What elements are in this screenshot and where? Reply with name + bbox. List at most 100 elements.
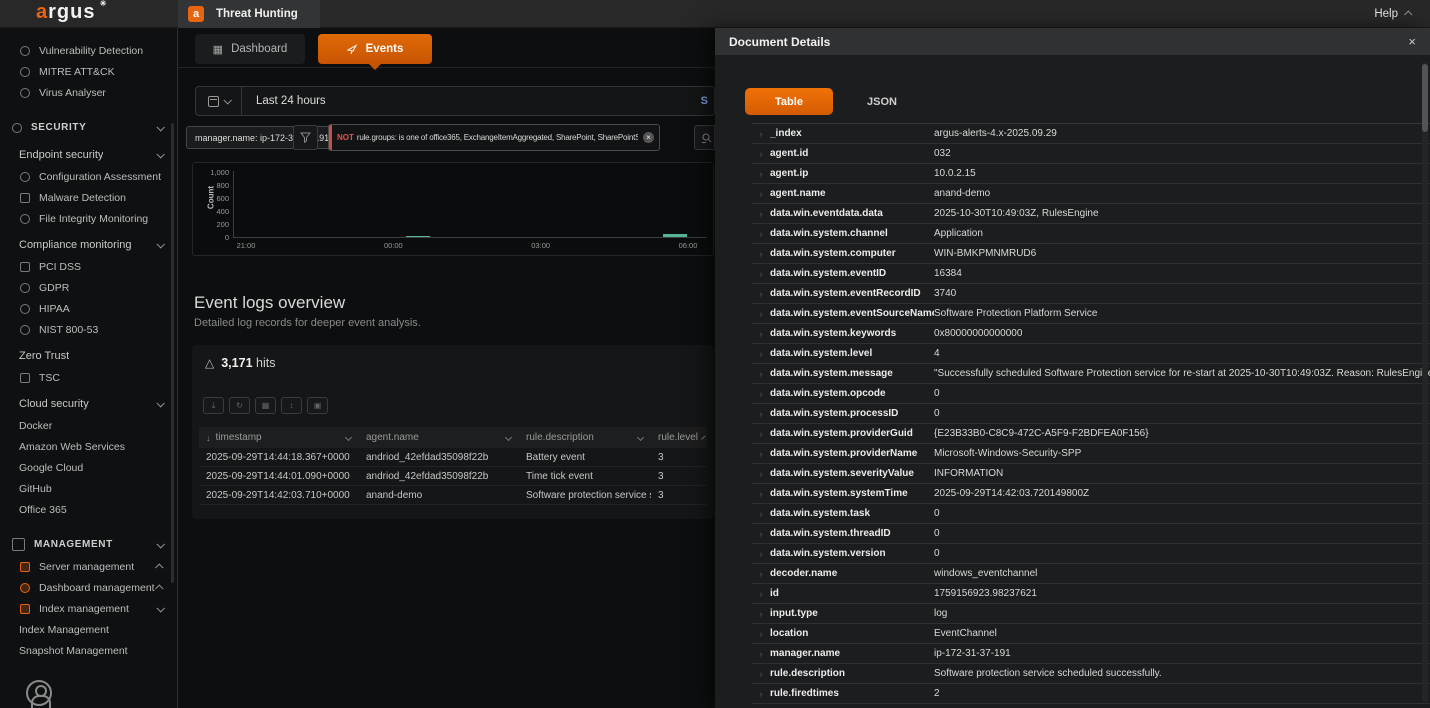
tab-threat-hunting[interactable]: a Threat Hunting [178,0,320,28]
sidebar-item-endpoint-security[interactable]: Endpoint security [0,144,177,166]
chevron-down-icon [156,604,164,612]
sidebar-scrollbar[interactable] [171,123,174,583]
sidebar-item-cloud-security[interactable]: Cloud security [0,393,177,415]
sidebar-item-index-management[interactable]: Index management [0,598,177,619]
sidebar-item-security[interactable]: SECURITY [0,116,177,139]
sidebar-item-nist-800-53[interactable]: NIST 800-53 [0,319,177,340]
expand-field-icon[interactable]: › [752,629,770,639]
expand-field-icon[interactable]: › [752,689,770,699]
expand-field-icon[interactable]: › [752,429,770,439]
user-avatar-icon[interactable] [26,680,52,706]
cell-rule-level: 3 [651,452,701,463]
fullscreen-button[interactable]: ▣ [307,397,328,414]
expand-field-icon[interactable]: › [752,469,770,479]
expand-field-icon[interactable]: › [752,149,770,159]
expand-field-icon[interactable]: › [752,569,770,579]
histogram-bar[interactable] [406,236,430,237]
expand-field-icon[interactable]: › [752,269,770,279]
expand-field-icon[interactable]: › [752,489,770,499]
sidebar-item-zero-trust[interactable]: Zero Trust [0,345,177,367]
sidebar-item-gdpr[interactable]: GDPR [0,277,177,298]
document-fields-table: ›_indexargus-alerts-4.x-2025.09.29›agent… [752,123,1430,708]
sidebar-item-malware-detection[interactable]: Malware Detection [0,187,177,208]
field-value: Microsoft-Windows-Security-SPP [934,448,1430,459]
column-header-rule-description[interactable]: rule.description [519,432,651,443]
expand-field-icon[interactable]: › [752,349,770,359]
expand-field-icon[interactable]: › [752,369,770,379]
argus-logo[interactable]: argus✳ [36,1,95,24]
time-range-picker[interactable]: Last 24 hours S [195,86,715,116]
close-icon[interactable]: × [1408,34,1416,49]
expand-field-icon[interactable]: › [752,289,770,299]
column-header-timestamp[interactable]: ↓timestamp [199,432,359,443]
sidebar-item-server-management[interactable]: Server management [0,556,177,577]
sidebar-item-pci-dss[interactable]: PCI DSS [0,256,177,277]
expand-field-icon[interactable]: › [752,529,770,539]
tab-json[interactable]: JSON [867,96,897,108]
sidebar-item-mitre-att-ck[interactable]: MITRE ATT&CK [0,61,177,82]
sidebar-item-office-365[interactable]: Office 365 [0,499,177,520]
sidebar-item-index-management[interactable]: Index Management [0,619,177,640]
histogram-bar[interactable] [663,234,687,237]
cell-rule-description: Time tick event [519,471,651,482]
table-row[interactable]: 2025-09-29T14:44:01.090+0000andriod_42ef… [199,467,707,486]
expand-field-icon[interactable]: › [752,309,770,319]
expand-field-icon[interactable]: › [752,389,770,399]
expand-field-icon[interactable]: › [752,609,770,619]
filter-row: manager.name: ip-172-31-37-191 NOT rule.… [186,124,726,152]
expand-field-icon[interactable]: › [752,449,770,459]
sidebar-item-amazon-web-services[interactable]: Amazon Web Services [0,436,177,457]
refresh-button[interactable]: ↻ [229,397,250,414]
calendar-dropdown[interactable] [196,87,242,115]
expand-field-icon[interactable]: › [752,249,770,259]
sidebar-item-hipaa[interactable]: HIPAA [0,298,177,319]
detail-row: ›data.win.system.opcode0 [752,384,1430,404]
column-header-agent-name[interactable]: agent.name [359,432,519,443]
add-filter-button[interactable] [293,125,318,150]
sidebar-item-virus-analyser[interactable]: Virus Analyser [0,82,177,103]
expand-field-icon[interactable]: › [752,169,770,179]
export-button[interactable]: ⤓ [203,397,224,414]
expand-field-icon[interactable]: › [752,229,770,239]
sidebar-item-github[interactable]: GitHub [0,478,177,499]
expand-field-icon[interactable]: › [752,329,770,339]
negated-filter-chip[interactable]: NOT rule.groups: is one of office365, Ex… [328,124,660,151]
panel-scrollbar-thumb[interactable] [1422,64,1428,132]
tab-table[interactable]: Table [745,88,833,115]
sidebar-item-file-integrity-monitoring[interactable]: File Integrity Monitoring [0,208,177,229]
sidebar-item-snapshot-management[interactable]: Snapshot Management [0,640,177,661]
sidebar-item-vulnerability-detection[interactable]: Vulnerability Detection [0,40,177,61]
help-menu[interactable]: Help [1374,0,1412,28]
tab-events[interactable]: Events [318,34,432,64]
table-row[interactable]: 2025-09-29T14:44:18.367+0000andriod_42ef… [199,448,707,467]
expand-field-icon[interactable]: › [752,409,770,419]
expand-field-icon[interactable]: › [752,129,770,139]
table-row[interactable]: 2025-09-29T14:42:03.710+0000anand-demoSo… [199,486,707,505]
sidebar-item-management[interactable]: MANAGEMENT [0,533,177,556]
sidebar-item-dashboard-management[interactable]: Dashboard management [0,577,177,598]
column-header-rule-level[interactable]: rule.level [651,432,701,443]
expand-field-icon[interactable]: › [752,209,770,219]
expand-field-icon[interactable]: › [752,189,770,199]
sidebar-item-compliance-monitoring[interactable]: Compliance monitoring [0,234,177,256]
expand-field-icon[interactable]: › [752,549,770,559]
expand-field-icon[interactable]: › [752,589,770,599]
sidebar-item-configuration-assessment[interactable]: Configuration Assessment [0,166,177,187]
sidebar-item-tsc[interactable]: TSC [0,367,177,388]
panel-scrollbar-track[interactable] [1422,62,1428,702]
sort-button[interactable]: ↕ [281,397,302,414]
columns-button[interactable]: ▦ [255,397,276,414]
sidebar-item-google-cloud[interactable]: Google Cloud [0,457,177,478]
expand-field-icon[interactable]: › [752,669,770,679]
hits-line: △3,171 hits [205,356,275,370]
search-button[interactable]: S [701,95,708,107]
chevron-up-icon [155,563,163,571]
tab-dashboard[interactable]: ▦ Dashboard [195,34,305,64]
expand-field-icon[interactable]: › [752,649,770,659]
events-histogram[interactable]: Count 02004006008001,00021:0000:0003:000… [192,162,714,256]
expand-field-icon[interactable]: › [752,509,770,519]
remove-filter-icon[interactable]: × [643,132,654,143]
y-tick-label: 200 [195,220,229,229]
sidebar-item-label: NIST 800-53 [39,324,98,336]
sidebar-item-docker[interactable]: Docker [0,415,177,436]
